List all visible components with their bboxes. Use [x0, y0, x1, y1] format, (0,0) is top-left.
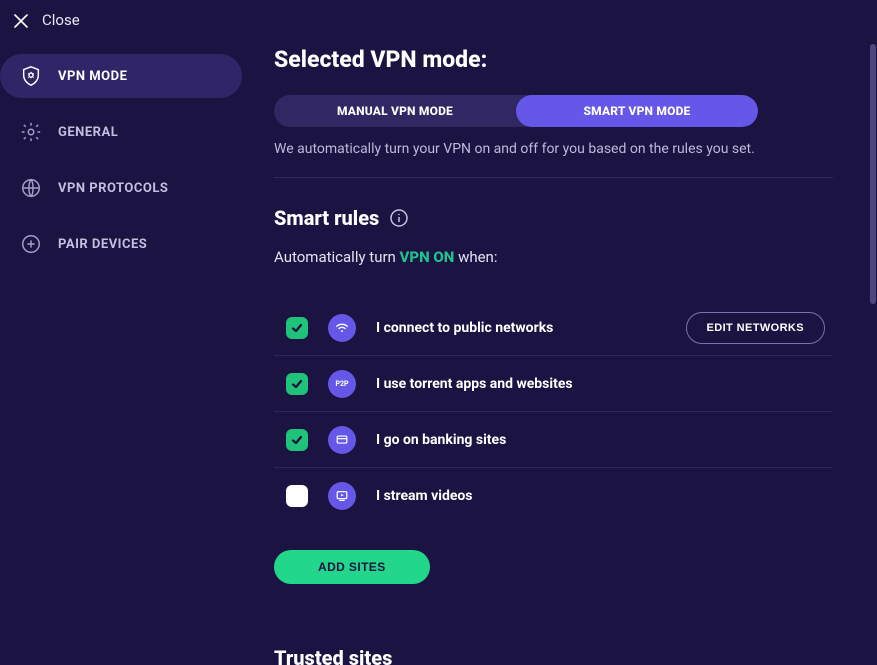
close-icon[interactable]	[14, 13, 28, 27]
mode-description: We automatically turn your VPN on and of…	[274, 141, 833, 157]
sidebar-item-label: GENERAL	[58, 125, 118, 140]
trusted-sites-title: Trusted sites	[274, 646, 833, 665]
stream-icon	[328, 482, 356, 510]
toggle-smart-vpn[interactable]: SMART VPN MODE	[516, 95, 758, 127]
wifi-icon	[328, 314, 356, 342]
checkbox-banking[interactable]	[286, 429, 308, 451]
divider	[274, 177, 833, 178]
close-label[interactable]: Close	[42, 11, 80, 29]
sidebar-item-vpn-protocols[interactable]: VPN PROTOCOLS	[0, 166, 242, 210]
bank-icon	[328, 426, 356, 454]
shield-gear-icon	[20, 65, 42, 87]
scrollbar[interactable]	[869, 40, 877, 665]
smart-rules-title: Smart rules	[274, 206, 379, 230]
sidebar-item-label: PAIR DEVICES	[58, 237, 147, 252]
add-sites-button[interactable]: ADD SITES	[274, 550, 430, 584]
checkbox-stream[interactable]	[286, 485, 308, 507]
rule-label: I go on banking sites	[376, 432, 833, 448]
rule-row-banking: I go on banking sites	[274, 412, 833, 468]
plus-circle-icon	[20, 233, 42, 255]
auto-turn-on-text: Automatically turn VPN ON when:	[274, 248, 833, 266]
sidebar-item-general[interactable]: GENERAL	[0, 110, 242, 154]
rule-label: I connect to public networks	[376, 320, 666, 336]
page-title: Selected VPN mode:	[274, 46, 833, 73]
gear-icon	[20, 121, 42, 143]
rule-label: I stream videos	[376, 488, 833, 504]
scrollbar-thumb[interactable]	[870, 44, 876, 304]
rule-label: I use torrent apps and websites	[376, 376, 833, 392]
toggle-manual-vpn[interactable]: MANUAL VPN MODE	[274, 95, 516, 127]
sidebar-item-vpn-mode[interactable]: VPN MODE	[0, 54, 242, 98]
checkbox-torrent[interactable]	[286, 373, 308, 395]
rule-row-torrent: P2P I use torrent apps and websites	[274, 356, 833, 412]
p2p-icon: P2P	[328, 370, 356, 398]
sidebar-item-label: VPN PROTOCOLS	[58, 181, 168, 196]
rule-row-stream: I stream videos	[274, 468, 833, 524]
sidebar: VPN MODE GENERAL VPN PROTOCOLS	[0, 40, 260, 665]
vpn-mode-toggle: MANUAL VPN MODE SMART VPN MODE	[274, 95, 758, 127]
main-panel: Selected VPN mode: MANUAL VPN MODE SMART…	[260, 40, 877, 665]
sidebar-item-label: VPN MODE	[58, 69, 127, 84]
rule-row-public-networks: I connect to public networks EDIT NETWOR…	[274, 300, 833, 356]
sidebar-item-pair-devices[interactable]: PAIR DEVICES	[0, 222, 242, 266]
edit-networks-button[interactable]: EDIT NETWORKS	[686, 312, 825, 344]
checkbox-public-networks[interactable]	[286, 317, 308, 339]
globe-net-icon	[20, 177, 42, 199]
info-icon[interactable]	[389, 208, 409, 228]
